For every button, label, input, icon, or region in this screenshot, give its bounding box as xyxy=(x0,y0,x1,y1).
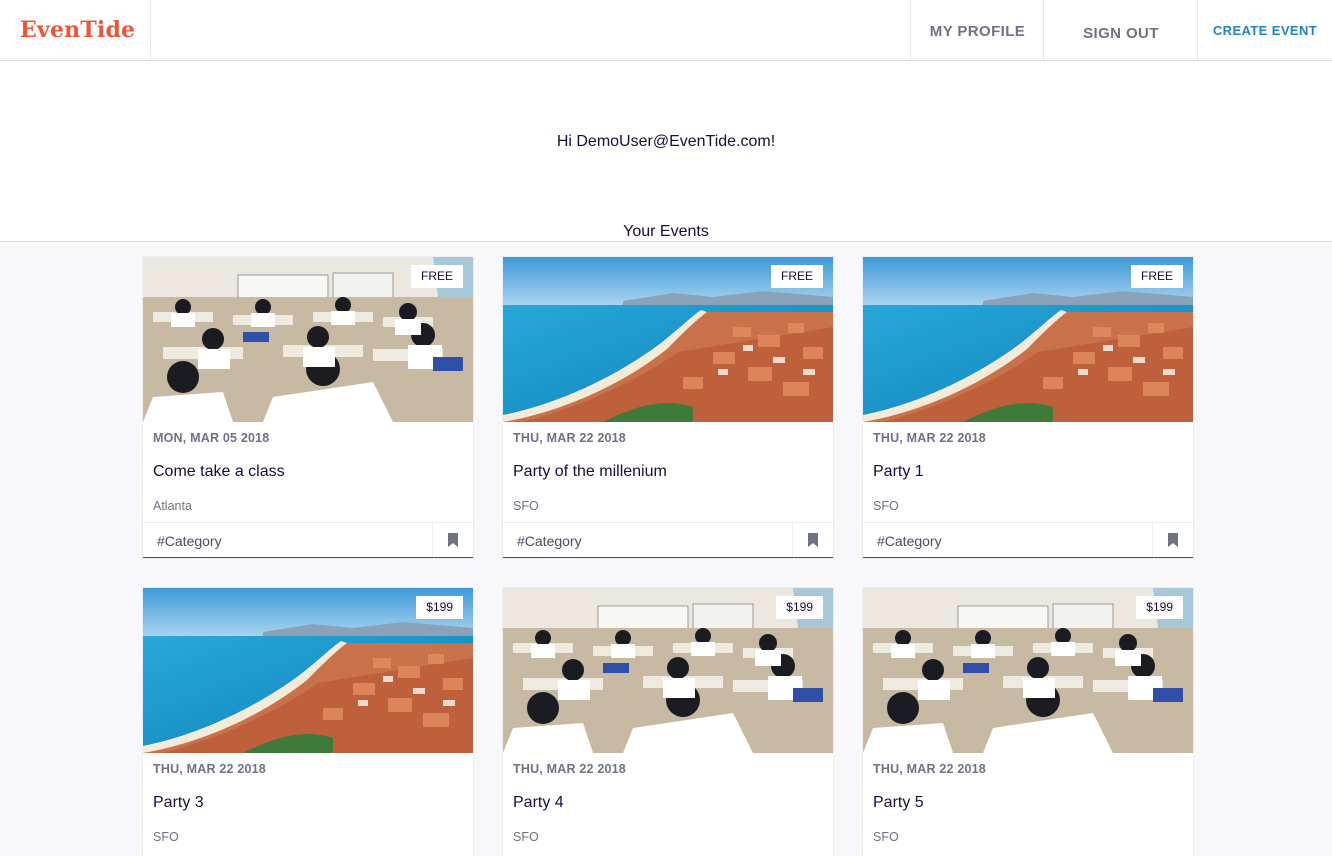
event-date: THU, MAR 22 2018 xyxy=(873,431,986,445)
card-footer: #Category xyxy=(143,522,473,557)
price-badge: FREE xyxy=(1130,265,1183,288)
price-badge: FREE xyxy=(410,265,463,288)
event-title[interactable]: Come take a class xyxy=(153,463,285,481)
event-card[interactable]: $199 THU, MAR 22 2018 Party 3 SFO xyxy=(143,588,473,856)
event-card[interactable]: FREE THU, MAR 22 2018 Party of the mille… xyxy=(503,257,833,558)
event-location: SFO xyxy=(873,830,899,844)
event-date: THU, MAR 22 2018 xyxy=(153,762,266,776)
event-title[interactable]: Party of the millenium xyxy=(513,463,667,481)
event-title[interactable]: Party 5 xyxy=(873,794,924,812)
sign-out-link[interactable]: SIGN OUT xyxy=(1043,0,1198,60)
my-profile-link[interactable]: MY PROFILE xyxy=(910,0,1044,60)
card-footer: #Category xyxy=(863,522,1193,557)
event-location: Atlanta xyxy=(153,499,192,513)
bookmark-icon[interactable] xyxy=(432,523,473,557)
event-date: THU, MAR 22 2018 xyxy=(513,431,626,445)
event-title[interactable]: Party 4 xyxy=(513,794,564,812)
price-badge: $199 xyxy=(1136,596,1183,619)
event-date: THU, MAR 22 2018 xyxy=(873,762,986,776)
create-event-link[interactable]: CREATE EVENT xyxy=(1197,0,1332,60)
card-footer: #Category xyxy=(503,522,833,557)
event-date: MON, MAR 05 2018 xyxy=(153,431,270,445)
event-location: SFO xyxy=(513,499,539,513)
top-nav-bar: EvenTide MY PROFILE SIGN OUT CREATE EVEN… xyxy=(0,0,1332,61)
event-card[interactable]: $199 THU, MAR 22 2018 Party 5 SFO xyxy=(863,588,1193,856)
event-location: SFO xyxy=(513,830,539,844)
price-badge: $199 xyxy=(776,596,823,619)
event-card[interactable]: $199 THU, MAR 22 2018 Party 4 SFO xyxy=(503,588,833,856)
your-events-heading: Your Events xyxy=(623,223,709,240)
price-badge: FREE xyxy=(770,265,823,288)
bookmark-icon[interactable] xyxy=(1152,523,1193,557)
eventide-logo[interactable]: EvenTide xyxy=(0,0,151,60)
event-location: SFO xyxy=(873,499,899,513)
event-location: SFO xyxy=(153,830,179,844)
event-category[interactable]: #Category xyxy=(157,533,222,549)
event-date: THU, MAR 22 2018 xyxy=(513,762,626,776)
event-card[interactable]: FREE MON, MAR 05 2018 Come take a class … xyxy=(143,257,473,558)
event-title[interactable]: Party 3 xyxy=(153,794,204,812)
event-card[interactable]: FREE THU, MAR 22 2018 Party 1 SFO #Categ… xyxy=(863,257,1193,558)
price-badge: $199 xyxy=(416,596,463,619)
greeting-text: Hi DemoUser@EvenTide.com! xyxy=(556,133,776,150)
bookmark-icon[interactable] xyxy=(792,523,833,557)
events-grid: FREE MON, MAR 05 2018 Come take a class … xyxy=(0,241,1332,856)
event-category[interactable]: #Category xyxy=(517,533,582,549)
event-title[interactable]: Party 1 xyxy=(873,463,924,481)
event-category[interactable]: #Category xyxy=(877,533,942,549)
